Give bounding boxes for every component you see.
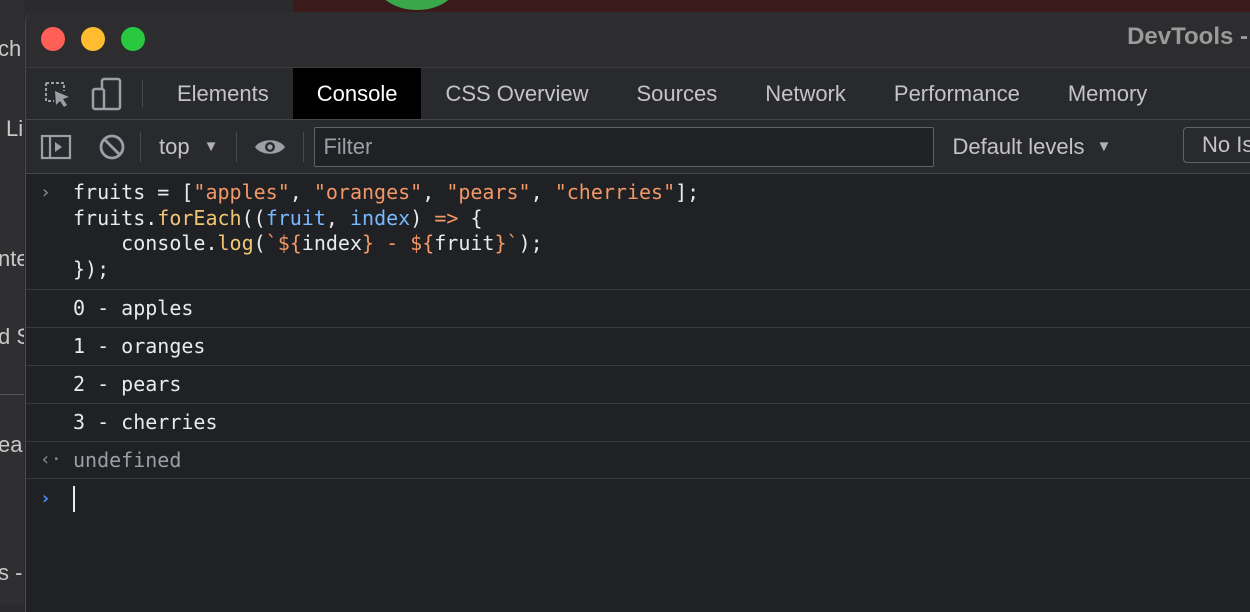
console-toolbar: top ▼ Default levels ▼ No Is bbox=[26, 120, 1250, 174]
toolbar-separator bbox=[140, 131, 141, 162]
issues-button[interactable]: No Is bbox=[1183, 127, 1250, 163]
inspect-element-icon[interactable] bbox=[32, 68, 82, 119]
tab-css-overview[interactable]: CSS Overview bbox=[421, 68, 612, 119]
minimize-window-button[interactable] bbox=[81, 27, 105, 51]
background-text: ch bbox=[0, 36, 22, 61]
window-title: DevTools - bbox=[1127, 23, 1248, 50]
clear-console-icon[interactable] bbox=[98, 133, 126, 161]
device-toolbar-icon[interactable] bbox=[82, 68, 132, 119]
close-window-button[interactable] bbox=[41, 27, 65, 51]
toolbar-separator bbox=[142, 80, 143, 107]
toolbar-separator bbox=[236, 131, 238, 162]
result-arrow-icon: ‹· bbox=[40, 449, 62, 470]
tab-performance[interactable]: Performance bbox=[870, 68, 1044, 119]
panel-tabs: Elements Console CSS Overview Sources Ne… bbox=[26, 68, 1250, 120]
context-label: top bbox=[159, 133, 190, 159]
code-line: console.log(`${index} - ${fruit}`); bbox=[73, 231, 543, 255]
code-line: fruits = ["apples", "oranges", "pears", … bbox=[73, 180, 700, 204]
log-message: 1 - oranges bbox=[26, 328, 1250, 366]
input-chevron-icon: › bbox=[40, 182, 51, 203]
maximize-window-button[interactable] bbox=[121, 27, 145, 51]
live-expression-eye-icon[interactable] bbox=[253, 136, 287, 158]
background-text: ea bbox=[0, 432, 23, 457]
background-text: Li bbox=[6, 116, 24, 141]
title-bar: DevTools - bbox=[26, 12, 1250, 68]
background-divider bbox=[0, 394, 24, 395]
log-message: 2 - pears bbox=[26, 366, 1250, 404]
dropdown-caret-icon: ▼ bbox=[203, 138, 219, 155]
tab-memory[interactable]: Memory bbox=[1044, 68, 1171, 119]
code-line: fruits.forEach((fruit, index) => { bbox=[73, 205, 483, 230]
show-sidebar-icon[interactable] bbox=[40, 133, 72, 161]
tab-console[interactable]: Console bbox=[292, 68, 422, 119]
devtools-window: DevTools - Elements Console CSS Overview… bbox=[25, 12, 1250, 612]
toolbar-separator bbox=[303, 131, 305, 162]
context-selector[interactable]: top ▼ bbox=[151, 134, 226, 160]
log-message: 0 - apples bbox=[26, 290, 1250, 328]
code-line: }); bbox=[73, 256, 110, 281]
result-entry: ‹· undefined bbox=[26, 442, 1250, 479]
filter-input[interactable] bbox=[314, 126, 935, 167]
log-levels-label: Default levels bbox=[952, 133, 1085, 159]
console-prompt[interactable]: › bbox=[26, 479, 1250, 519]
log-message: 3 - cherries bbox=[26, 404, 1250, 442]
result-value: undefined bbox=[73, 448, 182, 472]
dropdown-caret-icon: ▼ bbox=[1096, 138, 1112, 155]
console-input-entry: › fruits = ["apples", "oranges", "pears"… bbox=[26, 174, 1250, 290]
background-text: d S bbox=[0, 324, 24, 349]
tab-network[interactable]: Network bbox=[741, 68, 870, 119]
background-app-edge: ch Li nte d S ea s - bbox=[0, 0, 24, 604]
console-output: › fruits = ["apples", "oranges", "pears"… bbox=[26, 174, 1250, 519]
tab-elements[interactable]: Elements bbox=[153, 68, 293, 119]
tab-sources[interactable]: Sources bbox=[612, 68, 741, 119]
background-text: nte bbox=[0, 246, 24, 271]
text-cursor bbox=[73, 485, 75, 512]
prompt-chevron-icon: › bbox=[40, 488, 51, 509]
log-levels-dropdown[interactable]: Default levels ▼ bbox=[952, 134, 1111, 160]
background-text: s - bbox=[0, 560, 23, 585]
